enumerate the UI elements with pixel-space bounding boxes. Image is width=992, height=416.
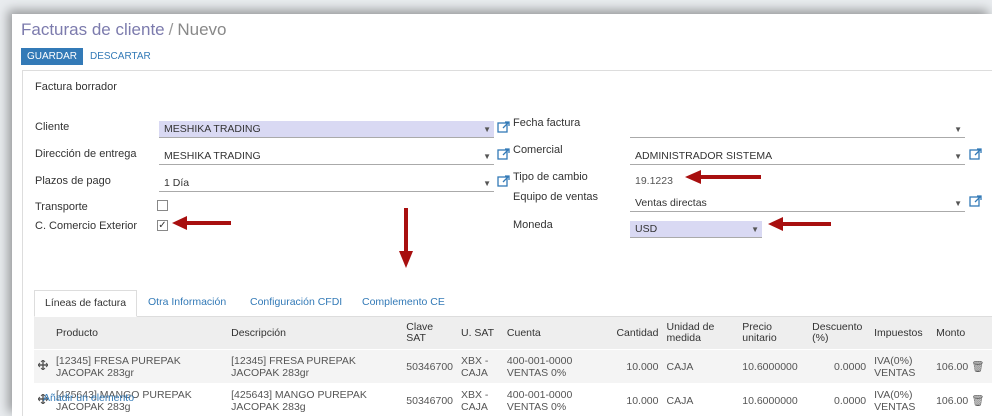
external-link-icon[interactable]: [497, 174, 511, 188]
tab-configuracion-cfdi[interactable]: Configuración CFDI: [240, 290, 352, 315]
header-u-sat[interactable]: U. SAT: [457, 317, 503, 350]
cliente-value: MESHIKA TRADING: [164, 123, 261, 135]
entrega-field[interactable]: MESHIKA TRADING ▼: [159, 148, 494, 165]
tab-complemento-ce[interactable]: Complemento CE: [352, 290, 455, 315]
cliente-field[interactable]: MESHIKA TRADING ▼: [159, 121, 494, 138]
equipo-field[interactable]: Ventas directas ▼: [630, 195, 965, 212]
header-descripcion[interactable]: Descripción: [227, 317, 403, 350]
invoice-status: Factura borrador: [35, 81, 117, 93]
entrega-value: MESHIKA TRADING: [164, 150, 261, 162]
cell-impuestos[interactable]: IVA(0%) VENTAS: [870, 349, 933, 384]
plazos-value: 1 Día: [164, 177, 190, 189]
cell-precio[interactable]: 10.6000000: [738, 383, 809, 416]
external-link-icon[interactable]: [497, 120, 511, 134]
cell-u-sat[interactable]: XBX - CAJA: [457, 349, 503, 384]
cell-cuenta[interactable]: 400-001-0000 VENTAS 0%: [502, 383, 613, 416]
entrega-label: Dirección de entrega: [35, 148, 137, 160]
cell-cantidad[interactable]: 10.000: [612, 383, 663, 416]
transporte-checkbox[interactable]: [157, 200, 168, 211]
moneda-label: Moneda: [513, 219, 553, 231]
breadcrumb-current: Nuevo: [177, 20, 227, 39]
comercial-value: ADMINISTRADOR SISTEMA: [635, 150, 773, 162]
trash-icon[interactable]: 🗑: [971, 361, 984, 373]
invoice-lines-table: Producto Descripción Clave SAT U. SAT Cu…: [34, 317, 992, 416]
fecha-field[interactable]: ▼: [630, 121, 965, 138]
comercio-checkbox[interactable]: ✓: [157, 220, 168, 231]
header-spacer: [34, 317, 52, 350]
cell-monto[interactable]: 106.00 🗑: [932, 383, 992, 416]
tab-otra-informacion[interactable]: Otra Información: [138, 290, 236, 315]
cell-cuenta[interactable]: 400-001-0000 VENTAS 0%: [502, 349, 613, 384]
caret-down-icon[interactable]: ▼: [483, 148, 491, 165]
cell-clave-sat[interactable]: 50346700: [402, 349, 457, 384]
plazos-field[interactable]: 1 Día ▼: [159, 175, 494, 192]
comercial-label: Comercial: [513, 144, 563, 156]
tab-lineas-factura[interactable]: Líneas de factura: [34, 290, 138, 317]
tipo-cambio-value: 19.1223: [635, 175, 673, 187]
cell-unidad[interactable]: CAJA: [662, 383, 739, 416]
header-monto[interactable]: Monto: [932, 317, 992, 350]
table-row[interactable]: [12345] FRESA PUREPAK JACOPAK 283gr [123…: [34, 349, 992, 384]
caret-down-icon[interactable]: ▼: [483, 121, 491, 138]
tipo-cambio-label: Tipo de cambio: [513, 171, 588, 183]
table-row[interactable]: [425643] MANGO PUREPAK JACOPAK 283g [425…: [34, 383, 992, 416]
caret-down-icon[interactable]: ▼: [954, 195, 962, 212]
comercial-field[interactable]: ADMINISTRADOR SISTEMA ▼: [630, 148, 965, 165]
header-clave-sat[interactable]: Clave SAT: [402, 317, 457, 350]
breadcrumb-separator: /: [168, 20, 174, 39]
breadcrumb: Facturas de cliente / Nuevo: [21, 20, 227, 40]
notebook-tabs: Líneas de factura Otra Información Confi…: [34, 290, 992, 317]
cell-monto[interactable]: 106.00 🗑: [932, 349, 992, 384]
save-button[interactable]: GUARDAR: [21, 48, 84, 65]
header-impuestos[interactable]: Impuestos: [870, 317, 933, 350]
cell-descuento[interactable]: 0.0000: [808, 383, 871, 416]
caret-down-icon[interactable]: ▼: [954, 148, 962, 165]
header-producto[interactable]: Producto: [52, 317, 228, 350]
cell-u-sat[interactable]: XBX - CAJA: [457, 383, 503, 416]
cell-descripcion[interactable]: [12345] FRESA PUREPAK JACOPAK 283gr: [227, 349, 403, 384]
external-link-icon[interactable]: [497, 147, 511, 161]
drag-handle-icon[interactable]: [34, 349, 52, 384]
annotation-arrow-icon: [172, 216, 231, 230]
moneda-field[interactable]: USD ▼: [630, 221, 762, 238]
header-cuenta[interactable]: Cuenta: [502, 317, 613, 350]
table-header-row: Producto Descripción Clave SAT U. SAT Cu…: [34, 317, 992, 350]
header-unidad[interactable]: Unidad de medida: [662, 317, 739, 350]
header-descuento[interactable]: Descuento (%): [808, 317, 871, 350]
external-link-icon[interactable]: [969, 194, 983, 208]
cell-descripcion[interactable]: [425643] MANGO PUREPAK JACOPAK 283g: [227, 383, 403, 416]
app-window: Facturas de cliente / Nuevo GUARDAR DESCAR…: [12, 14, 992, 416]
equipo-value: Ventas directas: [635, 197, 707, 209]
annotation-arrow-icon: [685, 170, 761, 184]
moneda-value: USD: [635, 223, 658, 235]
cell-clave-sat[interactable]: 50346700: [402, 383, 457, 416]
cell-impuestos[interactable]: IVA(0%) VENTAS: [870, 383, 933, 416]
caret-down-icon[interactable]: ▼: [954, 121, 962, 138]
plazos-label: Plazos de pago: [35, 175, 111, 187]
transporte-label: Transporte: [35, 201, 88, 213]
annotation-arrow-icon: [768, 217, 831, 231]
header-precio[interactable]: Precio unitario: [738, 317, 809, 350]
caret-down-icon[interactable]: ▼: [751, 221, 759, 238]
monto-value: 106.00: [936, 394, 969, 407]
breadcrumb-parent[interactable]: Facturas de cliente: [21, 20, 165, 39]
discard-button[interactable]: DESCARTAR: [90, 48, 151, 65]
fecha-label: Fecha factura: [513, 117, 581, 129]
comercio-label: C. Comercio Exterior: [35, 220, 138, 232]
monto-value: 106.00: [936, 360, 969, 373]
caret-down-icon[interactable]: ▼: [483, 175, 491, 192]
add-line-link[interactable]: Añadir un elemento: [43, 392, 134, 404]
trash-icon[interactable]: 🗑: [971, 395, 984, 407]
annotation-arrow-icon: [399, 208, 413, 268]
header-cantidad[interactable]: Cantidad: [612, 317, 663, 350]
cliente-label: Cliente: [35, 121, 70, 133]
cell-cantidad[interactable]: 10.000: [612, 349, 663, 384]
cell-descuento[interactable]: 0.0000: [808, 349, 871, 384]
external-link-icon[interactable]: [969, 147, 983, 161]
form-sheet: Factura borrador Cliente MESHIKA TRADING…: [22, 70, 992, 416]
cell-producto[interactable]: [12345] FRESA PUREPAK JACOPAK 283gr: [52, 349, 228, 384]
equipo-label: Equipo de ventas: [513, 191, 599, 203]
cell-unidad[interactable]: CAJA: [662, 349, 739, 384]
cell-precio[interactable]: 10.6000000: [738, 349, 809, 384]
